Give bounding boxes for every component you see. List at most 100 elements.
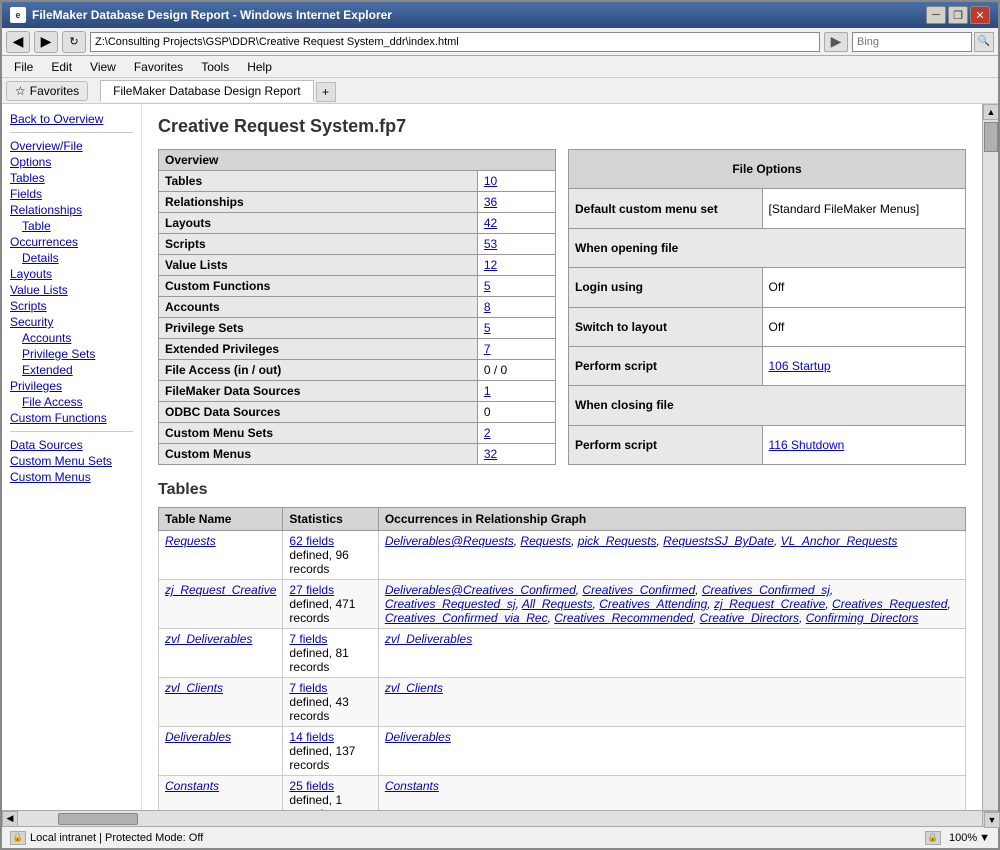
overview-tables-link[interactable]: 10 (484, 174, 497, 188)
occurrence-link[interactable]: Creatives_Requested_sj (385, 597, 516, 611)
occurrence-link[interactable]: Creatives_Recommended (554, 611, 693, 625)
occurrence-link[interactable]: Creative_Directors (700, 611, 799, 625)
occurrence-link[interactable]: Creatives_Confirmed (582, 583, 695, 597)
occurrence-link[interactable]: Confirming_Directors (806, 611, 919, 625)
zoom-control[interactable]: 100% ▼ (949, 832, 990, 844)
sidebar-link-table[interactable]: Table (22, 219, 133, 233)
menu-edit[interactable]: Edit (43, 58, 80, 76)
zoom-dropdown-icon[interactable]: ▼ (979, 832, 990, 844)
sidebar-item-custom-menu-sets: Custom Menu Sets (10, 454, 133, 468)
menu-favorites[interactable]: Favorites (126, 58, 191, 76)
menu-file[interactable]: File (6, 58, 41, 76)
sidebar-link-file-access[interactable]: File Access (22, 395, 133, 409)
horizontal-scrollbar[interactable]: ◀ ▶ (2, 810, 998, 826)
sidebar-link-privilege-sets[interactable]: Privilege Sets (22, 347, 133, 361)
overview-extended-privileges-link[interactable]: 7 (484, 342, 491, 356)
table-name-link[interactable]: zvl_Deliverables (165, 632, 252, 646)
scroll-thumb[interactable] (984, 122, 998, 152)
address-input[interactable] (90, 32, 820, 52)
occurrence-link[interactable]: Requests (520, 534, 571, 548)
overview-layouts-link[interactable]: 42 (484, 216, 497, 230)
refresh-button[interactable]: ↻ (62, 31, 86, 53)
sidebar-link-privileges[interactable]: Privileges (10, 379, 133, 393)
restore-button[interactable]: ❐ (948, 6, 968, 24)
menu-view[interactable]: View (82, 58, 124, 76)
occurrence-link[interactable]: pick_Requests (578, 534, 657, 548)
favorites-button[interactable]: ☆ Favorites (6, 81, 88, 101)
occurrence-link[interactable]: Deliverables (385, 730, 451, 744)
right-scrollbar[interactable]: ▲ ▼ (982, 104, 998, 810)
search-icon[interactable]: 🔍 (974, 32, 994, 52)
table-fields-link[interactable]: 25 fields (289, 779, 334, 793)
overview-relationships-label: Relationships (159, 192, 478, 213)
sidebar-link-accounts[interactable]: Accounts (22, 331, 133, 345)
sidebar-link-tables[interactable]: Tables (10, 171, 133, 185)
occurrence-link[interactable]: Constants (385, 779, 439, 793)
active-tab[interactable]: FileMaker Database Design Report (100, 80, 313, 102)
overview-file-access-value[interactable]: 0 / 0 (477, 360, 555, 381)
overview-relationships-link[interactable]: 36 (484, 195, 497, 209)
menu-tools[interactable]: Tools (193, 58, 237, 76)
sidebar-link-data-sources[interactable]: Data Sources (10, 438, 133, 452)
occurrence-link[interactable]: RequestsSJ_ByDate (663, 534, 774, 548)
forward-button[interactable]: ▶ (34, 31, 58, 53)
occurrence-link[interactable]: zj_Request_Creative (714, 597, 825, 611)
sidebar-back-overview[interactable]: Back to Overview (10, 112, 133, 126)
sidebar-link-options[interactable]: Options (10, 155, 133, 169)
table-fields-link[interactable]: 27 fields (289, 583, 334, 597)
occurrence-link[interactable]: Deliverables@Requests (385, 534, 514, 548)
overview-fm-data-sources-link[interactable]: 1 (484, 384, 491, 398)
sidebar-link-fields[interactable]: Fields (10, 187, 133, 201)
sidebar-link-relationships[interactable]: Relationships (10, 203, 133, 217)
overview-custom-functions-link[interactable]: 5 (484, 279, 491, 293)
table-fields-link[interactable]: 14 fields (289, 730, 334, 744)
overview-accounts-link[interactable]: 8 (484, 300, 491, 314)
table-name-link[interactable]: Constants (165, 779, 219, 793)
sidebar-link-value-lists[interactable]: Value Lists (10, 283, 133, 297)
occurrence-link[interactable]: zvl_Deliverables (385, 632, 472, 646)
scroll-left-arrow[interactable]: ◀ (2, 811, 18, 827)
sidebar-link-details[interactable]: Details (22, 251, 133, 265)
sidebar-link-custom-functions[interactable]: Custom Functions (10, 411, 133, 425)
occurrence-link[interactable]: Creatives_Confirmed_sj (702, 583, 830, 597)
menu-help[interactable]: Help (239, 58, 280, 76)
table-name-link[interactable]: Deliverables (165, 730, 231, 744)
table-fields-link[interactable]: 62 fields (289, 534, 334, 548)
overview-value-lists-link[interactable]: 12 (484, 258, 497, 272)
sidebar-link-layouts[interactable]: Layouts (10, 267, 133, 281)
occurrence-link[interactable]: Creatives_Requested (832, 597, 947, 611)
table-name-link[interactable]: zvl_Clients (165, 681, 223, 695)
sidebar-link-scripts[interactable]: Scripts (10, 299, 133, 313)
scroll-up-arrow[interactable]: ▲ (983, 104, 998, 120)
back-button[interactable]: ◀ (6, 31, 30, 53)
new-tab-button[interactable]: + (316, 82, 336, 102)
occurrence-link[interactable]: VL_Anchor_Requests (781, 534, 898, 548)
overview-custom-menus-link[interactable]: 32 (484, 447, 497, 461)
occurrence-link[interactable]: zvl_Clients (385, 681, 443, 695)
sidebar-link-overview-file[interactable]: Overview/File (10, 139, 133, 153)
occurrence-link[interactable]: Creatives_Attending (599, 597, 707, 611)
overview-privilege-sets-link[interactable]: 5 (484, 321, 491, 335)
close-button[interactable]: ✕ (970, 6, 990, 24)
perform-script-open-link[interactable]: 106 Startup (769, 359, 831, 373)
sidebar-link-occurrences[interactable]: Occurrences (10, 235, 133, 249)
h-scroll-thumb[interactable] (58, 813, 138, 825)
table-fields-link[interactable]: 7 fields (289, 632, 327, 646)
table-stats-cell: 27 fields defined, 471 records (283, 580, 378, 629)
sidebar-link-custom-menu-sets[interactable]: Custom Menu Sets (10, 454, 133, 468)
occurrence-link[interactable]: Deliverables@Creatives_Confirmed (385, 583, 576, 597)
overview-scripts-link[interactable]: 53 (484, 237, 497, 251)
perform-script-close-link[interactable]: 116 Shutdown (769, 438, 845, 452)
sidebar-link-custom-menus[interactable]: Custom Menus (10, 470, 133, 484)
table-name-link[interactable]: Requests (165, 534, 216, 548)
search-input[interactable] (852, 32, 972, 52)
table-name-link[interactable]: zj_Request_Creative (165, 583, 276, 597)
table-fields-link[interactable]: 7 fields (289, 681, 327, 695)
sidebar-link-extended[interactable]: Extended (22, 363, 133, 377)
go-button[interactable]: ▶ (824, 32, 848, 52)
sidebar-link-security[interactable]: Security (10, 315, 133, 329)
occurrence-link[interactable]: All_Requests (522, 597, 593, 611)
minimize-button[interactable]: ─ (926, 6, 946, 24)
overview-custom-menu-sets-link[interactable]: 2 (484, 426, 491, 440)
occurrence-link[interactable]: Creatives_Confirmed_via_Rec (385, 611, 548, 625)
